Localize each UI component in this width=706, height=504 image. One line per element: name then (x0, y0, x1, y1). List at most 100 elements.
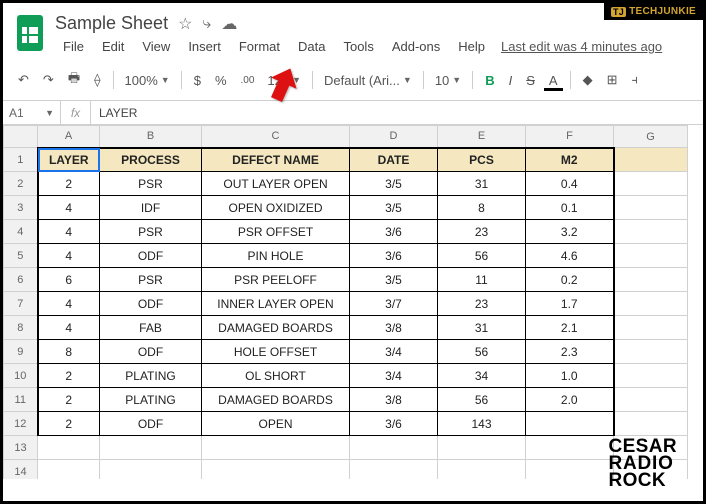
cell[interactable]: ODF (100, 340, 202, 364)
cell[interactable]: 2.0 (526, 388, 614, 412)
font-dropdown[interactable]: Default (Ari...▼ (320, 71, 416, 90)
cell[interactable]: PLATING (100, 364, 202, 388)
cell[interactable]: 2 (38, 364, 100, 388)
cell[interactable]: OPEN (202, 412, 350, 436)
cell[interactable]: 34 (438, 364, 526, 388)
cell[interactable]: OUT LAYER OPEN (202, 172, 350, 196)
rowhdr[interactable]: 10 (4, 364, 38, 388)
cell[interactable]: 23 (438, 292, 526, 316)
colhdr-C[interactable]: C (202, 126, 350, 148)
cell[interactable] (614, 292, 688, 316)
strike-button[interactable]: S (521, 70, 540, 91)
cell[interactable]: OL SHORT (202, 364, 350, 388)
fillcolor-icon[interactable]: ◆ (578, 69, 598, 91)
table-row[interactable]: 34IDFOPEN OXIDIZED3/580.1 (4, 196, 688, 220)
cell[interactable]: 1.7 (526, 292, 614, 316)
undo-icon[interactable]: ↶ (13, 69, 34, 91)
cell[interactable]: ODF (100, 244, 202, 268)
cell[interactable] (614, 244, 688, 268)
table-row[interactable]: 98ODFHOLE OFFSET3/4562.3 (4, 340, 688, 364)
rowhdr[interactable]: 5 (4, 244, 38, 268)
cell[interactable] (614, 340, 688, 364)
table-row[interactable]: 22PSROUT LAYER OPEN3/5310.4 (4, 172, 688, 196)
cell[interactable]: PSR (100, 172, 202, 196)
cell[interactable] (614, 220, 688, 244)
rowhdr[interactable]: 6 (4, 268, 38, 292)
cell[interactable]: PLATING (100, 388, 202, 412)
cell[interactable]: 2.3 (526, 340, 614, 364)
last-edit-link[interactable]: Last edit was 4 minutes ago (501, 39, 662, 54)
textcolor-button[interactable]: A (544, 70, 563, 91)
cell[interactable]: 3/6 (350, 220, 438, 244)
cell[interactable]: PCS (438, 148, 526, 172)
rowhdr[interactable]: 13 (4, 436, 38, 460)
colhdr-F[interactable]: F (526, 126, 614, 148)
rowhdr[interactable]: 2 (4, 172, 38, 196)
cell[interactable] (614, 364, 688, 388)
rowhdr[interactable]: 9 (4, 340, 38, 364)
cell[interactable]: 0.1 (526, 196, 614, 220)
bold-button[interactable]: B (480, 70, 499, 91)
colhdr-B[interactable]: B (100, 126, 202, 148)
cell[interactable]: PROCESS (100, 148, 202, 172)
cell[interactable]: DATE (350, 148, 438, 172)
cell[interactable]: 11 (438, 268, 526, 292)
cell[interactable]: 143 (438, 412, 526, 436)
menu-edit[interactable]: Edit (94, 37, 132, 56)
rowhdr[interactable]: 11 (4, 388, 38, 412)
cell[interactable]: 4 (38, 244, 100, 268)
menu-tools[interactable]: Tools (335, 37, 381, 56)
menu-insert[interactable]: Insert (180, 37, 229, 56)
cell[interactable]: 3/5 (350, 196, 438, 220)
cell[interactable]: 2 (38, 388, 100, 412)
doc-title[interactable]: Sample Sheet (55, 13, 168, 34)
cell[interactable]: 4 (38, 316, 100, 340)
cell[interactable]: 2.1 (526, 316, 614, 340)
cell[interactable] (614, 412, 688, 436)
cell[interactable]: 4.6 (526, 244, 614, 268)
merge-icon[interactable]: ⫞ (626, 69, 643, 91)
sheet-grid[interactable]: A B C D E F G 1 LAYER PROCESS DEFECT NAM… (3, 125, 703, 479)
column-headers[interactable]: A B C D E F G (4, 126, 688, 148)
cell[interactable]: 56 (438, 340, 526, 364)
table-row[interactable]: 44PSRPSR OFFSET3/6233.2 (4, 220, 688, 244)
cell[interactable]: PSR PEELOFF (202, 268, 350, 292)
cell[interactable]: 8 (438, 196, 526, 220)
rowhdr[interactable]: 14 (4, 460, 38, 480)
cell[interactable]: 31 (438, 172, 526, 196)
rowhdr[interactable]: 12 (4, 412, 38, 436)
table-row[interactable]: 74ODFINNER LAYER OPEN3/7231.7 (4, 292, 688, 316)
cell[interactable]: 3/5 (350, 172, 438, 196)
menu-addons[interactable]: Add-ons (384, 37, 448, 56)
print-icon[interactable]: 🖶 (63, 66, 85, 94)
formula-input[interactable]: LAYER (91, 106, 145, 120)
star-icon[interactable]: ☆ (178, 14, 192, 34)
cell[interactable]: DAMAGED BOARDS (202, 388, 350, 412)
cell[interactable]: 4 (38, 220, 100, 244)
cell[interactable]: 3/4 (350, 364, 438, 388)
cell[interactable]: 3/8 (350, 316, 438, 340)
cell[interactable]: 3/6 (350, 244, 438, 268)
table-row[interactable]: 13 (4, 436, 688, 460)
cell[interactable]: 0.4 (526, 172, 614, 196)
table-row[interactable]: 122ODFOPEN3/6143 (4, 412, 688, 436)
cell[interactable]: 31 (438, 316, 526, 340)
cell[interactable]: 3.2 (526, 220, 614, 244)
rowhdr[interactable]: 8 (4, 316, 38, 340)
table-row[interactable]: 84FABDAMAGED BOARDS3/8312.1 (4, 316, 688, 340)
cell[interactable]: 4 (38, 292, 100, 316)
menu-format[interactable]: Format (231, 37, 288, 56)
cell[interactable] (614, 148, 688, 172)
cell[interactable]: INNER LAYER OPEN (202, 292, 350, 316)
cell[interactable]: 3/8 (350, 388, 438, 412)
cell[interactable] (614, 268, 688, 292)
menu-file[interactable]: File (55, 37, 92, 56)
cloud-icon[interactable]: ☁ (221, 14, 237, 34)
paintformat-icon[interactable]: ⟠ (89, 69, 105, 91)
colhdr-D[interactable]: D (350, 126, 438, 148)
borders-icon[interactable]: ⊞ (602, 69, 623, 91)
cell[interactable] (614, 172, 688, 196)
cell[interactable]: 23 (438, 220, 526, 244)
table-row[interactable]: 112PLATINGDAMAGED BOARDS3/8562.0 (4, 388, 688, 412)
name-box[interactable]: A1▼ (3, 101, 61, 124)
